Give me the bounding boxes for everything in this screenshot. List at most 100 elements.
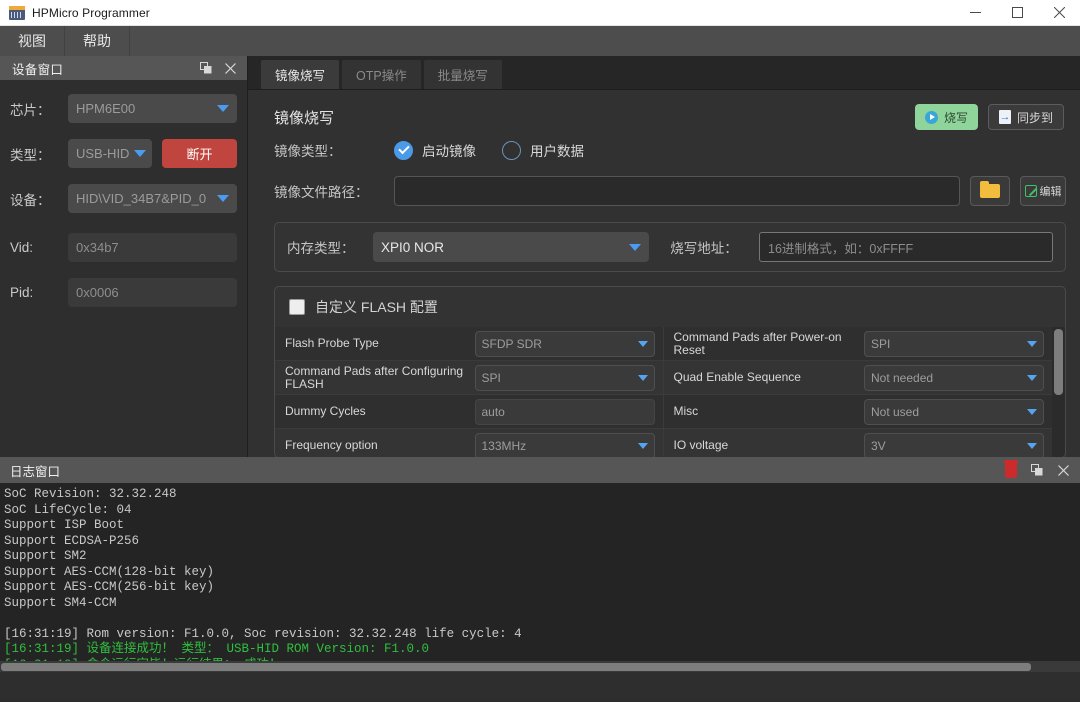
float-icon[interactable] — [1026, 460, 1048, 480]
status-bar — [0, 672, 1080, 702]
dummy-cycles-label: Dummy Cycles — [285, 405, 467, 418]
window-controls — [954, 0, 1080, 26]
flash-config-title: 自定义 FLASH 配置 — [315, 297, 438, 317]
body-split: 设备窗口 芯片： HPM6E00 — [0, 56, 1080, 457]
log-line: [16:31:19] 设备连接成功！ 类型： USB-HID ROM Versi… — [4, 642, 1074, 658]
vid-label: Vid: — [10, 240, 68, 255]
type-label: 类型： — [10, 144, 68, 164]
program-button[interactable]: 烧写 — [915, 104, 978, 130]
custom-flash-checkbox[interactable] — [289, 299, 305, 315]
chevron-down-icon — [638, 341, 648, 347]
scrollbar-thumb[interactable] — [1, 663, 1031, 671]
device-panel: 设备窗口 芯片： HPM6E00 — [0, 56, 248, 457]
chip-select[interactable]: HPM6E00 — [68, 94, 237, 123]
table-row: Misc Not used — [664, 395, 1053, 429]
log-line: [16:31:19] Rom version: F1.0.0, Soc revi… — [4, 627, 1074, 643]
log-panel-header: 日志窗口 — [0, 457, 1080, 483]
menu-view[interactable]: 视图 — [0, 26, 65, 56]
quad-enable-sequence-select[interactable]: Not needed — [864, 365, 1044, 391]
log-horizontal-scrollbar[interactable] — [0, 661, 1080, 672]
radio-selected-icon — [394, 141, 413, 160]
quad-enable-sequence-value: Not needed — [871, 371, 933, 385]
device-panel-buttons — [195, 58, 241, 78]
table-row: Flash Probe Type SFDP SDR — [275, 327, 663, 361]
memory-settings-group: 内存类型： XPI0 NOR 烧写地址： 16进制格式，如：0xFFFF — [274, 222, 1066, 272]
quad-enable-sequence-label: Quad Enable Sequence — [674, 371, 857, 384]
dummy-cycles-input[interactable]: auto — [475, 399, 655, 425]
frequency-option-select[interactable]: 133MHz — [475, 433, 655, 458]
close-icon[interactable] — [1052, 460, 1074, 480]
cmd-pads-after-config-select[interactable]: SPI — [475, 365, 655, 391]
flash-probe-type-label: Flash Probe Type — [285, 337, 467, 350]
maximize-button[interactable] — [996, 0, 1038, 26]
log-line: Support AES-CCM(128-bit key) — [4, 565, 1074, 581]
flash-probe-type-select[interactable]: SFDP SDR — [475, 331, 655, 357]
log-panel: 日志窗口 SoC Revision: 32.32.248 SoC LifeCyc… — [0, 457, 1080, 672]
pencil-icon — [1025, 185, 1037, 197]
vid-field[interactable]: 0x34b7 — [68, 233, 237, 262]
title-bar: HPMicro Programmer — [0, 0, 1080, 26]
minimize-button[interactable] — [954, 0, 996, 26]
flash-table-scrollbar[interactable] — [1052, 327, 1065, 457]
play-icon — [925, 111, 938, 124]
file-path-input[interactable] — [394, 176, 960, 206]
vid-row: Vid: 0x34b7 — [10, 233, 237, 262]
cmd-pads-after-reset-select[interactable]: SPI — [864, 331, 1044, 357]
menu-bar: 视图 帮助 — [0, 26, 1080, 56]
close-button[interactable] — [1038, 0, 1080, 26]
folder-icon — [980, 184, 1000, 198]
flash-table-right-column: Command Pads after Power-on Reset SPI Qu… — [664, 327, 1053, 457]
table-row: Command Pads after Power-on Reset SPI — [664, 327, 1053, 361]
device-select[interactable]: HID\VID_34B7&PID_0 — [68, 184, 237, 213]
radio-boot-image[interactable]: 启动镜像 — [394, 140, 476, 160]
log-line: Support ECDSA-P256 — [4, 534, 1074, 550]
main-content: 镜像烧写 OTP操作 批量烧写 镜像烧写 烧写 同步到 — [248, 56, 1080, 457]
log-line: SoC LifeCycle: 04 — [4, 503, 1074, 519]
io-voltage-select[interactable]: 3V — [864, 433, 1044, 458]
radio-boot-image-label: 启动镜像 — [422, 140, 476, 160]
chevron-down-icon — [134, 150, 146, 157]
misc-value: Not used — [871, 405, 919, 419]
panel-actions: 烧写 同步到 — [915, 104, 1064, 130]
misc-label: Misc — [674, 405, 857, 418]
menu-help[interactable]: 帮助 — [65, 26, 130, 56]
connection-type-select[interactable]: USB-HID — [68, 139, 152, 168]
chevron-down-icon — [217, 105, 229, 112]
clear-log-button[interactable] — [1000, 460, 1022, 480]
tab-image-program[interactable]: 镜像烧写 — [260, 59, 340, 89]
device-panel-body: 芯片： HPM6E00 类型： USB-HID 断开 设备： — [0, 80, 247, 457]
tab-otp[interactable]: OTP操作 — [341, 59, 422, 89]
close-icon[interactable] — [219, 58, 241, 78]
type-row: 类型： USB-HID 断开 — [10, 139, 237, 168]
table-row: IO voltage 3V — [664, 429, 1053, 457]
browse-file-button[interactable] — [970, 176, 1010, 206]
pid-value: 0x0006 — [76, 285, 119, 300]
image-type-label: 镜像类型： — [274, 140, 394, 160]
sync-button-label: 同步到 — [1017, 109, 1053, 126]
float-icon[interactable] — [195, 58, 217, 78]
panel-header: 镜像烧写 烧写 同步到 — [248, 90, 1080, 140]
sync-icon — [999, 110, 1011, 124]
edit-button[interactable]: 编辑 — [1020, 176, 1066, 206]
chevron-down-icon — [217, 195, 229, 202]
program-address-label: 烧写地址： — [649, 237, 759, 257]
misc-select[interactable]: Not used — [864, 399, 1044, 425]
pid-label: Pid: — [10, 285, 68, 300]
sync-button[interactable]: 同步到 — [988, 104, 1064, 130]
file-path-label: 镜像文件路径： — [274, 181, 394, 201]
scrollbar-thumb[interactable] — [1054, 329, 1063, 395]
log-output[interactable]: SoC Revision: 32.32.248 SoC LifeCycle: 0… — [0, 483, 1080, 661]
flash-config-table: Flash Probe Type SFDP SDR Command Pads a… — [275, 327, 1065, 457]
radio-user-data[interactable]: 用户数据 — [502, 140, 584, 160]
disconnect-button[interactable]: 断开 — [162, 139, 237, 168]
image-program-panel: 镜像烧写 烧写 同步到 镜像类型： — [248, 90, 1080, 457]
edit-button-label: 编辑 — [1040, 183, 1062, 199]
cmd-pads-after-reset-value: SPI — [871, 337, 890, 351]
tab-batch-program[interactable]: 批量烧写 — [423, 59, 503, 89]
log-line: Support SM4-CCM — [4, 596, 1074, 612]
program-address-input[interactable]: 16进制格式，如：0xFFFF — [759, 232, 1053, 262]
pid-field[interactable]: 0x0006 — [68, 278, 237, 307]
log-line: Support ISP Boot — [4, 518, 1074, 534]
memory-type-label: 内存类型： — [287, 237, 373, 257]
memory-type-select[interactable]: XPI0 NOR — [373, 232, 649, 262]
